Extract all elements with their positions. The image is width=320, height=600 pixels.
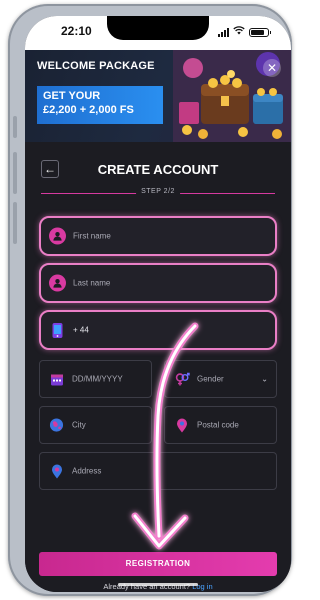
map-pin-icon — [48, 463, 65, 480]
city-field[interactable]: City — [39, 406, 152, 444]
postal-code-placeholder: Postal code — [197, 420, 239, 430]
signal-icon — [218, 27, 229, 37]
close-icon[interactable]: ✕ — [263, 59, 281, 77]
camera-notch — [107, 16, 209, 40]
banner-title: WELCOME PACKAGE — [37, 60, 155, 72]
first-name-field[interactable]: First name — [39, 216, 277, 256]
mute-switch — [13, 116, 17, 138]
phone-country-code: + 44 — [73, 325, 89, 335]
address-placeholder: Address — [72, 466, 102, 476]
chevron-down-icon: ⌄ — [261, 374, 268, 384]
city-placeholder: City — [72, 420, 86, 430]
user-icon — [49, 274, 66, 292]
last-name-field[interactable]: Last name — [39, 263, 277, 303]
welcome-banner[interactable]: WELCOME PACKAGE GET YOUR £2,200 + 2,000 … — [25, 50, 291, 142]
gender-icon — [173, 371, 190, 388]
globe-icon — [48, 417, 65, 434]
phone-field[interactable]: + 44 — [39, 310, 277, 350]
address-field[interactable]: Address — [39, 452, 277, 490]
home-indicator[interactable] — [118, 583, 198, 586]
wifi-icon — [233, 26, 245, 38]
birth-date-placeholder: DD/MM/YYYY — [72, 374, 123, 384]
promo-offer: GET YOUR £2,200 + 2,000 FS — [37, 86, 163, 124]
phone-screen: 22:10 WELCOME PACKAGE GET YOUR £2,200 + … — [25, 16, 291, 592]
step-label: STEP 2/2 — [136, 188, 180, 195]
page-title: CREATE ACCOUNT — [97, 162, 219, 177]
postal-code-field[interactable]: Postal code — [164, 406, 277, 444]
promo-line-1: GET YOUR — [43, 90, 101, 102]
step-indicator: STEP 2/2 — [41, 188, 275, 198]
status-icons — [218, 26, 271, 38]
battery-icon — [249, 27, 271, 37]
first-name-placeholder: First name — [73, 231, 111, 241]
phone-icon — [49, 322, 66, 339]
status-bar: 22:10 — [25, 16, 291, 50]
calendar-icon — [48, 371, 65, 388]
volume-down-button — [13, 202, 17, 244]
map-pin-icon — [173, 417, 190, 434]
registration-button[interactable]: REGISTRATION — [39, 552, 277, 576]
promo-line-2: £2,200 + 2,000 FS — [43, 104, 134, 116]
user-icon — [49, 227, 66, 245]
birth-date-field[interactable]: DD/MM/YYYY — [39, 360, 152, 398]
phone-frame: 22:10 WELCOME PACKAGE GET YOUR £2,200 + … — [8, 4, 292, 596]
status-time: 22:10 — [61, 24, 92, 38]
registration-form: ← CREATE ACCOUNT STEP 2/2 First name Las… — [25, 142, 291, 592]
gender-placeholder: Gender — [197, 374, 224, 384]
last-name-placeholder: Last name — [73, 278, 111, 288]
gender-select[interactable]: Gender ⌄ — [164, 360, 277, 398]
volume-up-button — [13, 152, 17, 194]
